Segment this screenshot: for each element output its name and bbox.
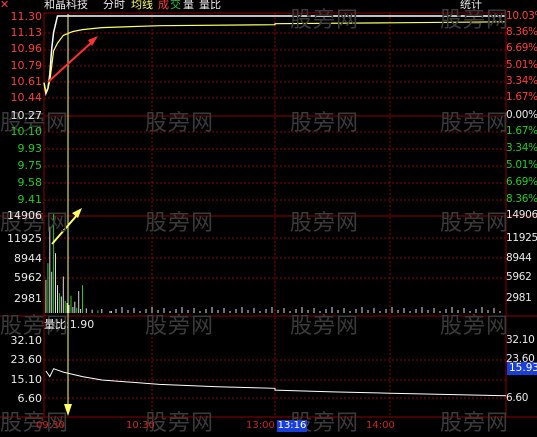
price-tick: 10.10	[10, 125, 43, 138]
pct-tick: 10.03%	[506, 10, 537, 22]
vol-ratio-tick: 32.10	[506, 334, 535, 346]
volume-tick: 14906	[7, 209, 42, 222]
price-tick: 10.44	[10, 91, 43, 104]
time-tick: 09:30	[36, 420, 65, 431]
watermark: 股旁网	[145, 211, 215, 236]
time-tick: 13:00	[246, 420, 275, 431]
pct-tick: 5.01%	[506, 59, 537, 71]
stock-chart-window: ✕ 和晶科技 分时 均线 成 交 量 量比 统计 股旁网 股旁网 股旁网 股旁网…	[0, 0, 537, 436]
watermark: 股旁网	[290, 211, 360, 236]
vol-ratio-tick: 15.10	[10, 373, 43, 386]
vol-ratio-tick: 6.60	[506, 392, 529, 404]
watermark: 股旁网	[290, 314, 360, 339]
price-tick: 10.61	[10, 75, 43, 88]
watermark: 股旁网	[440, 8, 510, 33]
volume-tick: 2981	[506, 292, 532, 304]
volume-tick: 8944	[506, 252, 532, 264]
price-tick: 11.30	[10, 10, 43, 23]
pct-tick: 6.69%	[506, 42, 537, 54]
vol-ratio-title: 量比:1.90	[44, 318, 95, 331]
price-tick: 9.75	[17, 159, 43, 172]
volume-tick: 11925	[506, 232, 537, 244]
vol-ratio-tick: 23.60	[10, 353, 43, 366]
volume-tick: 8944	[14, 252, 42, 265]
pct-tick: 5.01%	[506, 159, 537, 171]
pct-tick: 0.00%	[506, 109, 537, 121]
time-cursor-label: 13:16	[277, 420, 307, 432]
pct-tick: 1.67%	[506, 91, 537, 103]
pct-tick: 8.36%	[506, 26, 537, 38]
price-tick-prev-close: 10.27	[10, 109, 43, 122]
price-tick: 9.41	[17, 193, 43, 206]
volume-tick: 5962	[14, 271, 42, 284]
watermark: 股旁网	[440, 411, 510, 436]
time-tick: 14:00	[366, 420, 395, 431]
price-tick: 10.79	[10, 59, 43, 72]
vol-ratio-line	[45, 368, 507, 397]
price-tick: 11.13	[10, 26, 43, 39]
price-tick: 9.93	[17, 142, 43, 155]
volume-tick: 11925	[7, 232, 42, 245]
pct-tick: 8.36%	[506, 193, 537, 205]
watermark: 股旁网	[145, 411, 215, 436]
pct-tick: 1.67%	[506, 125, 537, 137]
watermark: 股旁网	[440, 111, 510, 136]
pct-tick: 3.34%	[506, 75, 537, 87]
volume-tick: 14906	[506, 209, 537, 221]
volume-tick: 2981	[14, 292, 42, 305]
price-tick: 9.58	[17, 176, 43, 189]
time-tick: 10:30	[126, 420, 155, 431]
vol-ratio-current-badge: 15.93	[507, 362, 537, 375]
watermark: 股旁网	[290, 8, 360, 33]
volume-tick: 5962	[506, 271, 532, 283]
watermark: 股旁网	[440, 314, 510, 339]
price-tick: 10.96	[10, 42, 43, 55]
vol-ratio-tick: 32.10	[10, 334, 43, 347]
watermark: 股旁网	[440, 211, 510, 236]
watermark: 股旁网	[290, 111, 360, 136]
vol-ratio-tick: 6.60	[17, 392, 43, 405]
watermark: 股旁网	[145, 111, 215, 136]
pct-tick: 6.69%	[506, 176, 537, 188]
watermark: 股旁网	[145, 314, 215, 339]
pct-tick: 3.34%	[506, 142, 537, 154]
